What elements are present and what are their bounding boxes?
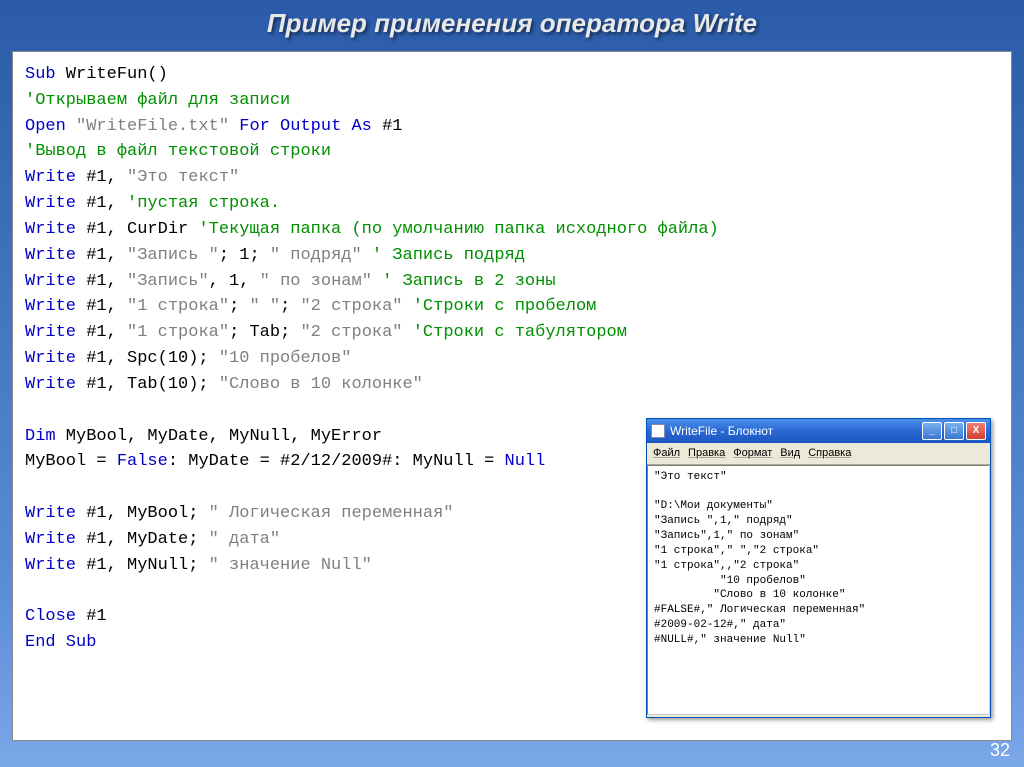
code-area: Sub WriteFun() 'Открываем файл для запис… — [12, 51, 1012, 741]
arg: ; — [229, 297, 249, 316]
str: "10 пробелов" — [219, 349, 352, 368]
kw-write: Write — [25, 323, 76, 342]
kw-write: Write — [25, 220, 76, 239]
kw-write: Write — [25, 272, 76, 291]
arg: #1, MyDate; — [76, 530, 209, 549]
vars: MyBool, MyDate, MyNull, MyError — [56, 427, 382, 446]
notepad-titlebar[interactable]: WriteFile - Блокнот _ □ X — [647, 419, 990, 443]
arg: ; Tab; — [229, 323, 300, 342]
comment: 'Строки с пробелом — [413, 297, 597, 316]
notepad-content[interactable]: "Это текст" "D:\Мои документы" "Запись "… — [647, 465, 990, 715]
assign: : MyDate = #2/12/2009#: MyNull = — [168, 452, 505, 471]
kw-dim: Dim — [25, 427, 56, 446]
notepad-title: WriteFile - Блокнот — [670, 422, 922, 440]
assign: MyBool = — [25, 452, 117, 471]
arg: #1 — [76, 607, 107, 626]
menu-file[interactable]: Файл — [653, 445, 680, 462]
arg: #1, Tab(10); — [76, 375, 219, 394]
menu-edit[interactable]: Правка — [688, 445, 725, 462]
notepad-window[interactable]: WriteFile - Блокнот _ □ X Файл Правка Фо… — [646, 418, 991, 718]
maximize-button[interactable]: □ — [944, 422, 964, 440]
notepad-icon — [651, 424, 665, 438]
arg: #1, — [76, 194, 127, 213]
str: "2 строка" — [300, 323, 402, 342]
close-button[interactable]: X — [966, 422, 986, 440]
arg: , 1, — [209, 272, 260, 291]
str: " Логическая переменная" — [209, 504, 454, 523]
menu-view[interactable]: Вид — [780, 445, 800, 462]
chan: #1 — [372, 117, 403, 136]
kw-write: Write — [25, 246, 76, 265]
kw-write: Write — [25, 530, 76, 549]
str: "1 строка" — [127, 323, 229, 342]
comment: ' Запись подряд — [372, 246, 525, 265]
menu-format[interactable]: Формат — [733, 445, 772, 462]
arg: ; 1; — [219, 246, 270, 265]
str: " " — [249, 297, 280, 316]
kw-write: Write — [25, 194, 76, 213]
str: "Это текст" — [127, 168, 239, 187]
page-number: 32 — [990, 740, 1010, 761]
str: " дата" — [209, 530, 280, 549]
comment: 'пустая строка. — [127, 194, 280, 213]
kw-write: Write — [25, 168, 76, 187]
menu-help[interactable]: Справка — [808, 445, 851, 462]
sp — [372, 272, 382, 291]
arg: #1, — [76, 297, 127, 316]
comment: 'Строки с табулятором — [413, 323, 627, 342]
comment: 'Текущая папка (по умолчанию папка исход… — [198, 220, 718, 239]
sp — [403, 323, 413, 342]
notepad-menu[interactable]: Файл Правка Формат Вид Справка — [647, 443, 990, 465]
arg: #1, — [76, 323, 127, 342]
kw-write: Write — [25, 349, 76, 368]
str: "Слово в 10 колонке" — [219, 375, 423, 394]
comment: 'Открываем файл для записи — [25, 88, 999, 114]
kw-close: Close — [25, 607, 76, 626]
slide-title: Пример применения оператора Write — [0, 0, 1024, 51]
comment: ' Запись в 2 зоны — [382, 272, 555, 291]
kw-write: Write — [25, 556, 76, 575]
kw-write: Write — [25, 297, 76, 316]
kw-null: Null — [505, 452, 546, 471]
arg: #1, MyNull; — [76, 556, 209, 575]
str: "Запись " — [127, 246, 219, 265]
kw-write: Write — [25, 504, 76, 523]
arg: #1, Spc(10); — [76, 349, 219, 368]
str: " подряд" — [270, 246, 362, 265]
kw-open: Open — [25, 117, 66, 136]
arg: #1, — [76, 246, 127, 265]
str: "2 строка" — [300, 297, 402, 316]
minimize-button[interactable]: _ — [922, 422, 942, 440]
arg: ; — [280, 297, 300, 316]
kw-for-output: For Output As — [239, 117, 372, 136]
comment: 'Вывод в файл текстовой строки — [25, 139, 999, 165]
str: "WriteFile.txt" — [66, 117, 239, 136]
arg: #1, CurDir — [76, 220, 198, 239]
str: "Запись" — [127, 272, 209, 291]
sub-name: WriteFun() — [56, 65, 168, 84]
str: " значение Null" — [209, 556, 372, 575]
kw-write: Write — [25, 375, 76, 394]
str: "1 строка" — [127, 297, 229, 316]
sp — [403, 297, 413, 316]
kw-end-sub: End Sub — [25, 633, 96, 652]
sp — [362, 246, 372, 265]
kw-sub: Sub — [25, 65, 56, 84]
str: " по зонам" — [260, 272, 372, 291]
arg: #1, — [76, 168, 127, 187]
arg: #1, — [76, 272, 127, 291]
kw-false: False — [117, 452, 168, 471]
arg: #1, MyBool; — [76, 504, 209, 523]
